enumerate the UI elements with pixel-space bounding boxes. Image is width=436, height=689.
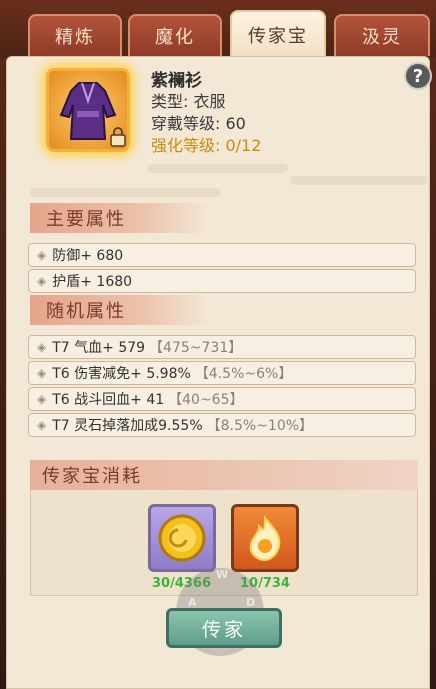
gold-coin-icon [158,514,206,562]
random-attr-row: ◈ T6 战斗回血+ 41 【40~65】 [28,387,416,411]
heirloom-button[interactable]: 传家 [166,608,282,648]
main-attr-row: ◈ 防御+ 680 [28,243,416,267]
material-slot-gold[interactable] [148,504,216,572]
legacy-screen: 精炼 魔化 传家宝 汲灵 紫襕衫 类型: 衣服 穿戴等级: 60 强化等级: 0… [0,0,436,689]
cost-title: 传家宝消耗 [30,460,418,490]
random-attr-row: ◈ T7 灵石掉落加成9.55% 【8.5%~10%】 [28,413,416,437]
item-enhance-level: 强化等级: 0/12 [151,132,261,156]
lock-icon [110,127,126,147]
joystick-key-w: W [216,568,229,581]
tab-refine[interactable]: 精炼 [28,14,122,56]
main-attributes-title: 主要属性 [30,203,210,233]
tab-heirloom[interactable]: 传家宝 [230,10,326,58]
divider [30,188,220,197]
tab-bar: 精炼 魔化 传家宝 汲灵 [0,0,436,58]
divider [148,164,288,173]
tab-absorb[interactable]: 汲灵 [334,14,430,56]
diamond-icon: ◈ [37,340,47,354]
diamond-icon: ◈ [37,418,47,432]
random-attributes-title: 随机属性 [30,295,210,325]
material-slot-fire[interactable] [231,504,299,572]
divider [290,176,428,185]
diamond-icon: ◈ [37,274,47,288]
tab-enchant[interactable]: 魔化 [128,14,222,56]
random-attr-row: ◈ T6 伤害减免+ 5.98% 【4.5%~6%】 [28,361,416,385]
fire-essence-icon [249,515,281,562]
item-wear-level: 穿戴等级: 60 [151,114,246,133]
random-attr-row: ◈ T7 气血+ 579 【475~731】 [28,335,416,359]
item-type: 类型: 衣服 [151,92,226,111]
diamond-icon: ◈ [37,248,47,262]
help-button[interactable]: ? [404,62,432,90]
diamond-icon: ◈ [37,366,47,380]
enhance-value: 0/12 [225,136,262,155]
enhance-label: 强化等级: [151,136,226,155]
main-attr-row: ◈ 护盾+ 1680 [28,269,416,293]
item-slot[interactable] [40,62,136,158]
diamond-icon: ◈ [37,392,47,406]
